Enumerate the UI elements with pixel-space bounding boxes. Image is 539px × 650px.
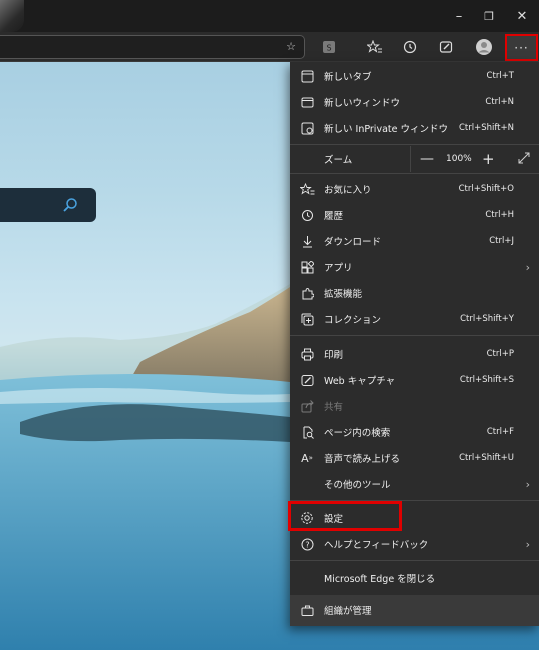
- menu-item-label: 音声で読み上げる: [324, 454, 401, 465]
- menu-item-share: 共有: [290, 393, 539, 419]
- menu-item-collections[interactable]: コレクション Ctrl+Shift+Y: [290, 306, 539, 332]
- menu-item-apps[interactable]: アプリ ›: [290, 254, 539, 280]
- menu-item-label: 新しい InPrivate ウィンドウ: [324, 124, 448, 135]
- menu-item-print[interactable]: 印刷 Ctrl+P: [290, 341, 539, 367]
- menu-item-shortcut: Ctrl+Shift+O: [458, 184, 514, 194]
- menu-separator: [290, 144, 539, 145]
- menu-item-label: 履歴: [324, 211, 344, 222]
- chevron-right-icon: ›: [525, 537, 530, 551]
- title-bar: – ❐ ✕: [0, 0, 539, 32]
- menu-item-shortcut: Ctrl+H: [485, 210, 514, 220]
- menu-item-shortcut: Ctrl+J: [489, 236, 514, 246]
- inprivate-icon: [299, 120, 315, 136]
- menu-item-new-inprivate-window[interactable]: 新しい InPrivate ウィンドウ Ctrl+Shift+N: [290, 115, 539, 141]
- zoom-in-button[interactable]: +: [482, 150, 495, 168]
- menu-item-label: Web キャプチャ: [324, 376, 396, 387]
- menu-item-web-capture[interactable]: Web キャプチャ Ctrl+Shift+S: [290, 367, 539, 393]
- edge-window: – ❐ ✕ ☆ S ··· 新しいタブ Ctrl+T 新しいウィンドウ Ctrl…: [0, 0, 539, 650]
- zoom-divider: [410, 146, 411, 172]
- zoom-out-button[interactable]: —: [420, 151, 434, 167]
- collections-icon: [299, 311, 315, 327]
- menu-item-close-edge[interactable]: Microsoft Edge を閉じる: [290, 565, 539, 591]
- menu-item-label: コレクション: [324, 315, 382, 326]
- browser-toolbar: ☆ S ···: [0, 32, 539, 62]
- menu-item-label: ヘルプとフィードバック: [324, 540, 429, 551]
- menu-item-find-on-page[interactable]: ページ内の検索 Ctrl+F: [290, 419, 539, 445]
- settings-highlight-box: [288, 501, 402, 531]
- extensions-icon: [299, 285, 315, 301]
- menu-item-shortcut: Ctrl+Shift+U: [459, 453, 514, 463]
- full-screen-icon[interactable]: [518, 152, 530, 167]
- menu-item-downloads[interactable]: ダウンロード Ctrl+J: [290, 228, 539, 254]
- maximize-button[interactable]: ❐: [472, 0, 506, 32]
- menu-separator: [290, 173, 539, 174]
- help-icon: ?: [299, 536, 315, 552]
- menu-item-extensions[interactable]: 拡張機能: [290, 280, 539, 306]
- web-capture-icon: [299, 372, 315, 388]
- history-icon: [299, 207, 315, 223]
- new-tab-icon: [299, 68, 315, 84]
- settings-and-more-menu: 新しいタブ Ctrl+T 新しいウィンドウ Ctrl+N 新しい InPriva…: [290, 62, 539, 626]
- apps-icon: [299, 259, 315, 275]
- menu-item-label: 新しいタブ: [324, 72, 372, 83]
- minimize-button[interactable]: –: [442, 0, 476, 32]
- address-bar[interactable]: ☆: [0, 35, 305, 59]
- menu-item-shortcut: Ctrl+Shift+Y: [460, 314, 514, 324]
- print-icon: [299, 346, 315, 362]
- site-permissions-icon[interactable]: ☆: [286, 40, 296, 53]
- menu-item-label: Microsoft Edge を閉じる: [324, 574, 436, 585]
- chevron-right-icon: ›: [525, 260, 530, 274]
- close-button[interactable]: ✕: [505, 0, 539, 32]
- download-icon: [299, 233, 315, 249]
- profile-avatar[interactable]: [473, 36, 495, 58]
- menu-item-shortcut: Ctrl+T: [486, 71, 514, 81]
- menu-item-label: ダウンロード: [324, 237, 382, 248]
- svg-text:?: ?: [305, 540, 309, 549]
- menu-item-shortcut: Ctrl+F: [486, 427, 514, 437]
- menu-item-read-aloud[interactable]: A» 音声で読み上げる Ctrl+Shift+U: [290, 445, 539, 471]
- menu-item-shortcut: Ctrl+N: [485, 97, 514, 107]
- menu-item-label: 組織が管理: [324, 606, 372, 617]
- favorites-icon: [299, 181, 315, 197]
- briefcase-icon: [299, 602, 315, 618]
- menu-item-label: その他のツール: [324, 480, 391, 491]
- find-on-page-icon: [299, 424, 315, 440]
- menu-item-zoom: ズーム — 100% +: [290, 146, 539, 172]
- menu-item-more-tools[interactable]: その他のツール ›: [290, 471, 539, 497]
- menu-item-managed-by-organization[interactable]: 組織が管理: [290, 595, 539, 626]
- menu-item-new-tab[interactable]: 新しいタブ Ctrl+T: [290, 63, 539, 89]
- menu-item-label: 共有: [324, 402, 344, 413]
- settings-and-more-button[interactable]: ···: [505, 34, 538, 61]
- menu-item-label: ページ内の検索: [324, 428, 391, 439]
- menu-item-history[interactable]: 履歴 Ctrl+H: [290, 202, 539, 228]
- menu-item-favorites[interactable]: お気に入り Ctrl+Shift+O: [290, 176, 539, 202]
- menu-item-label: 新しいウィンドウ: [324, 98, 401, 109]
- menu-item-new-window[interactable]: 新しいウィンドウ Ctrl+N: [290, 89, 539, 115]
- read-aloud-icon: A»: [301, 451, 313, 465]
- menu-item-label: アプリ: [324, 263, 353, 274]
- new-window-icon: [299, 94, 315, 110]
- web-capture-icon[interactable]: [435, 36, 457, 58]
- corner-decoration: [0, 0, 24, 32]
- chevron-right-icon: ›: [525, 477, 530, 491]
- menu-separator: [290, 560, 539, 561]
- menu-item-help-and-feedback[interactable]: ? ヘルプとフィードバック ›: [290, 531, 539, 557]
- search-icon[interactable]: [62, 197, 78, 213]
- menu-item-label: 印刷: [324, 350, 344, 361]
- search-box[interactable]: [0, 188, 96, 222]
- extension-icon[interactable]: S: [318, 36, 340, 58]
- share-icon: [299, 398, 315, 414]
- favorites-icon[interactable]: [364, 36, 386, 58]
- menu-item-label: 拡張機能: [324, 289, 363, 300]
- menu-item-shortcut: Ctrl+Shift+N: [458, 123, 514, 133]
- svg-text:S: S: [326, 44, 331, 53]
- menu-separator: [290, 335, 539, 336]
- zoom-label: ズーム: [324, 155, 353, 166]
- zoom-level: 100%: [446, 154, 472, 164]
- history-icon[interactable]: [399, 36, 421, 58]
- menu-item-shortcut: Ctrl+Shift+S: [459, 375, 514, 385]
- menu-item-shortcut: Ctrl+P: [486, 349, 514, 359]
- managed-row-content: 組織が管理: [290, 597, 539, 623]
- menu-item-label: お気に入り: [324, 185, 372, 196]
